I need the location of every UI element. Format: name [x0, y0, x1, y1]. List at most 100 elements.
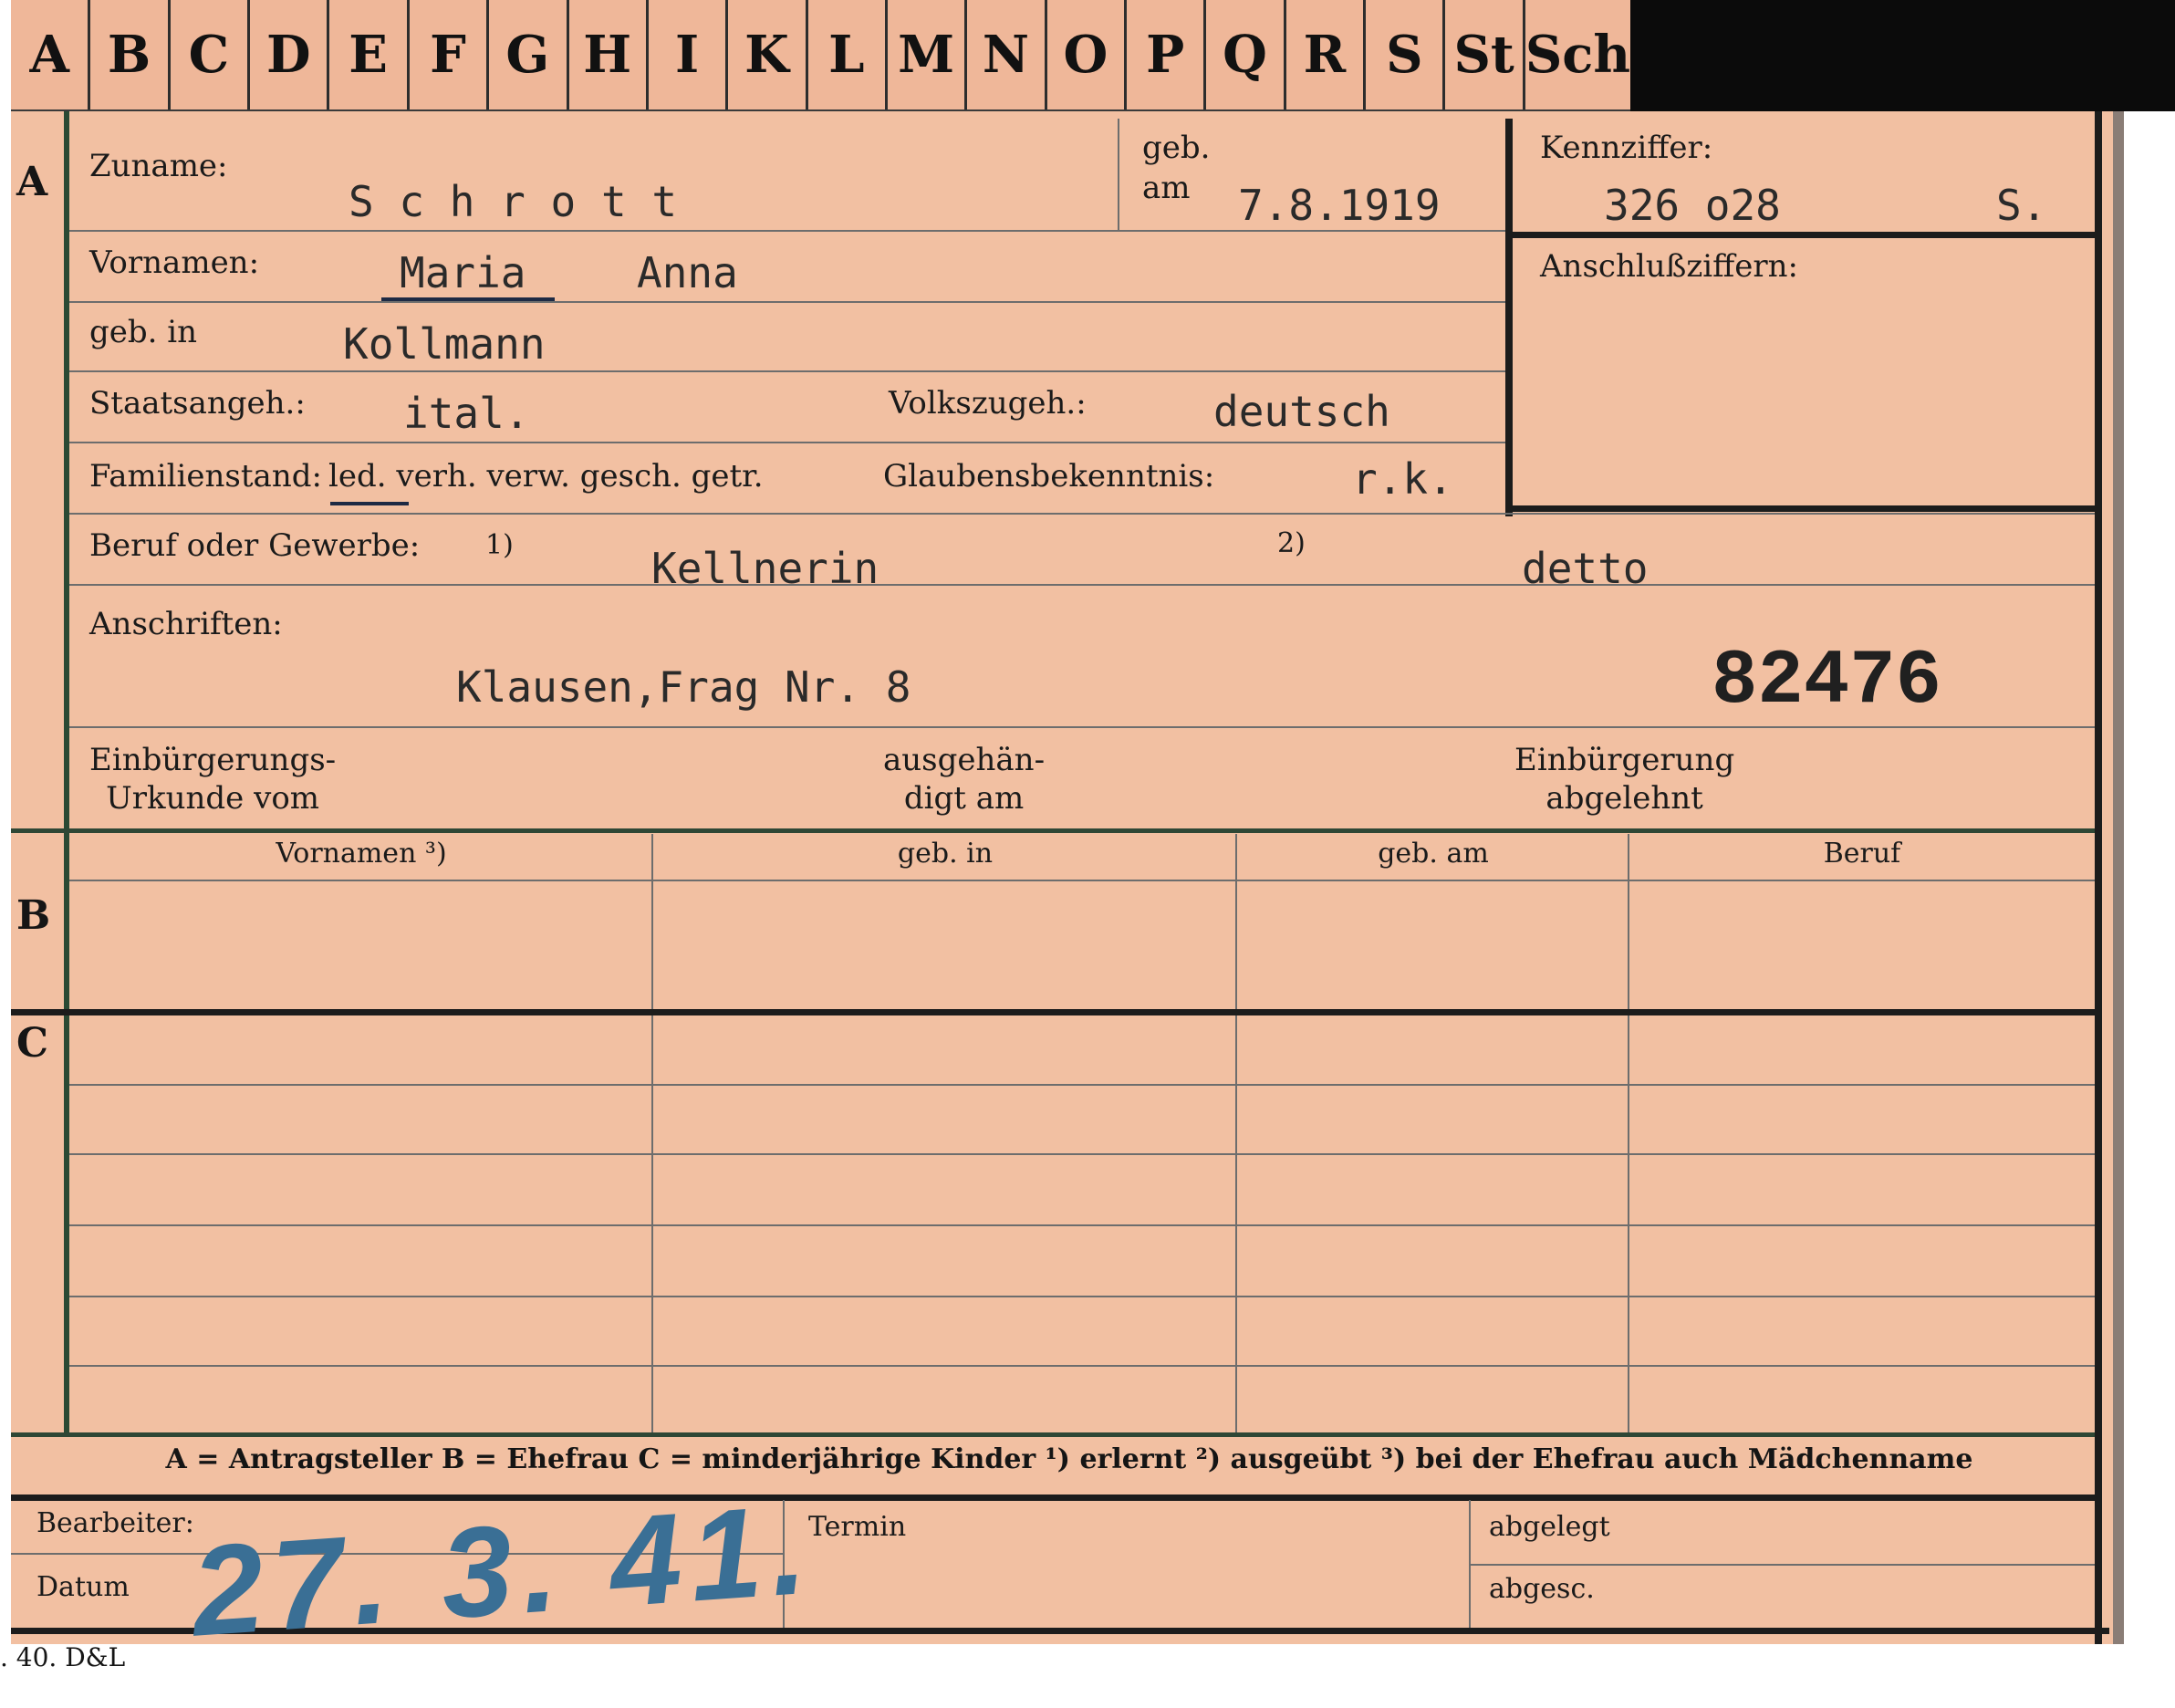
file-number: 82476	[1712, 639, 1942, 725]
marital-status-underline	[330, 502, 409, 505]
profession-label: Beruf oder Gewerbe:	[89, 527, 421, 564]
row-rule	[69, 1084, 2095, 1086]
index-tab: A	[11, 0, 91, 109]
card-edge-shadow	[2113, 111, 2124, 1644]
profession-footnote-1: 1)	[485, 529, 514, 561]
row-rule	[69, 370, 1505, 372]
naturalization-certificate-label-line-2: Urkunde vom	[106, 780, 320, 817]
index-tab: O	[1047, 0, 1128, 109]
index-tab: St	[1445, 0, 1525, 109]
first-name-2-value: Anna	[637, 248, 738, 297]
date-label: Datum	[36, 1571, 130, 1603]
right-border-rule	[2095, 111, 2102, 1644]
marital-status-options: led. verh. verw. gesch. getr.	[328, 458, 764, 495]
first-name-1-value: Maria	[400, 248, 526, 297]
ethnicity-label: Volkszugeh.:	[889, 385, 1087, 422]
religion-value: r.k.	[1352, 454, 1453, 504]
header-rule	[69, 880, 2095, 881]
row-rule	[69, 230, 1505, 232]
religion-label: Glaubensbekenntnis:	[883, 458, 1215, 495]
dob-label-bottom: am	[1142, 170, 1191, 206]
column-divider	[651, 834, 653, 1434]
dob-divider	[1118, 119, 1119, 230]
address-value: Klausen,Frag Nr. 8	[456, 662, 911, 712]
index-tab: Sch	[1525, 25, 1631, 85]
col-header-profession: Beruf	[1823, 838, 1901, 870]
kennziffer-divider	[1511, 232, 2095, 238]
naturalization-certificate-label: Einbürgerungs- Urkunde vom	[89, 741, 336, 818]
handed-over-label-line-1: ausgehän-	[883, 742, 1046, 778]
footer-row-rule	[1471, 1564, 2095, 1566]
section-b-marker: B	[16, 892, 51, 939]
sent-label: abgesc.	[1489, 1573, 1595, 1605]
address-label: Anschriften:	[89, 606, 283, 642]
alphabet-index-tabs: A B C D E F G H I K L M N O P Q R S St S…	[11, 0, 1630, 112]
born-in-label: geb. in	[89, 314, 198, 350]
section-a-marker: A	[16, 159, 48, 205]
index-tab: R	[1286, 0, 1367, 109]
column-divider	[1628, 834, 1629, 1434]
legend-bottom-rule	[11, 1494, 2095, 1501]
col-header-born-in: geb. in	[897, 838, 994, 870]
index-tab: N	[967, 0, 1047, 109]
row-rule	[69, 1296, 2095, 1297]
row-rule	[69, 301, 1505, 303]
index-tab: K	[728, 0, 808, 109]
legend-text: A = Antragsteller B = Ehefrau C = minder…	[165, 1443, 1973, 1475]
ethnicity-value: deutsch	[1213, 387, 1390, 436]
kennziffer-label: Kennziffer:	[1540, 130, 1713, 166]
marital-status-label: Familienstand:	[89, 458, 322, 495]
first-names-label: Vornamen:	[89, 245, 260, 281]
dob-value: 7.8.1919	[1238, 181, 1441, 230]
index-tab: I	[649, 0, 729, 109]
column-divider	[1235, 834, 1237, 1434]
index-tab: G	[489, 0, 569, 109]
row-rule	[69, 726, 2095, 728]
col-header-first-names: Vornamen ³)	[276, 838, 447, 870]
naturalization-rejected-label-line-1: Einbürgerung	[1514, 742, 1735, 778]
handed-over-label-line-2: digt am	[903, 780, 1025, 817]
born-in-value: Kollmann	[343, 319, 546, 369]
kennziffer-value: 326 o28	[1604, 181, 1781, 230]
index-tab: L	[808, 0, 888, 109]
row-rule	[69, 513, 2095, 515]
clerk-label: Bearbeiter:	[36, 1507, 194, 1539]
row-rule	[69, 1365, 2095, 1367]
profession-footnote-2: 2)	[1277, 527, 1306, 559]
left-margin-rule	[64, 111, 69, 1434]
index-tab: D	[250, 0, 330, 109]
kennziffer-box-left	[1505, 119, 1513, 516]
kennziffer-suffix: S.	[1996, 181, 2047, 230]
row-rule	[69, 1224, 2095, 1226]
anschluss-label: Anschlußziffern:	[1540, 248, 1798, 285]
surname-value: S c h r o t t	[349, 177, 678, 226]
citizenship-value: ital.	[403, 389, 530, 438]
filed-label: abgelegt	[1489, 1511, 1610, 1543]
index-tab: Q	[1206, 0, 1286, 109]
deadline-label: Termin	[808, 1511, 907, 1543]
index-tab: H	[569, 0, 649, 109]
index-tab: E	[329, 0, 410, 109]
index-tab: M	[888, 0, 968, 109]
registration-card: A Zuname: S c h r o t t geb. am 7.8.1919…	[11, 111, 2124, 1644]
index-tab: F	[410, 0, 490, 109]
surname-label: Zuname:	[89, 148, 228, 184]
background-corner	[1630, 0, 2175, 111]
row-rule	[69, 584, 2095, 586]
col-header-born-on: geb. am	[1378, 838, 1489, 870]
section-c-marker: C	[16, 1020, 49, 1067]
section-c-top-rule	[11, 1009, 2095, 1015]
dob-label-top: geb.	[1142, 130, 1211, 166]
naturalization-certificate-label-line-1: Einbürgerungs-	[89, 742, 337, 778]
handed-over-label: ausgehän- digt am	[883, 741, 1045, 818]
kennziffer-box-bottom	[1511, 505, 2095, 512]
citizenship-label: Staatsangeh.:	[89, 385, 306, 422]
print-code: . 40. D&L	[0, 1642, 126, 1672]
index-tab: S	[1366, 0, 1446, 109]
section-b-top-rule	[11, 828, 2095, 833]
row-rule	[69, 1153, 2095, 1155]
index-tab: B	[90, 0, 171, 109]
index-tab: P	[1127, 0, 1207, 109]
index-tab: C	[171, 0, 251, 109]
naturalization-rejected-label-line-2: abgelehnt	[1545, 780, 1703, 817]
